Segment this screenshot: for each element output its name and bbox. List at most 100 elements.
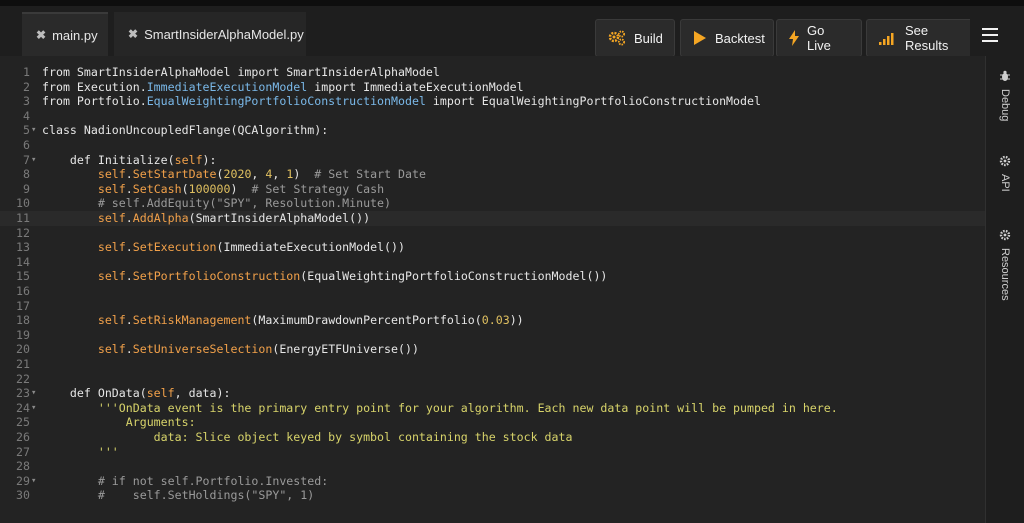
code-line[interactable]: 15 self.SetPortfolioConstruction(EqualWe… — [0, 269, 985, 284]
code-text: def Initialize(self): — [42, 152, 217, 167]
tab-main-py[interactable]: ✖ main.py — [22, 12, 108, 56]
code-line[interactable]: 21 — [0, 357, 985, 372]
gears-icon — [608, 30, 626, 46]
line-number: 16 — [16, 284, 30, 298]
line-number: 15 — [16, 269, 30, 284]
code-line[interactable]: 24 ▾ '''OnData event is the primary entry… — [0, 401, 985, 416]
fold-arrow-icon[interactable]: ▾ — [31, 123, 36, 138]
tab-label: SmartInsiderAlphaModel.py — [144, 26, 304, 42]
go-live-label: Go Live — [807, 23, 831, 53]
code-text: self.SetPortfolioConstruction(EqualWeigh… — [97, 269, 608, 284]
code-text: # self.AddEquity("SPY", Resolution.Minut… — [42, 196, 392, 211]
code-line[interactable]: 22 — [0, 372, 985, 387]
line-number: 10 — [16, 196, 30, 211]
code-line[interactable]: 23 ▾ def OnData(self, data): — [0, 386, 985, 401]
right-sidebar: Debug API Resources — [985, 56, 1024, 523]
fold-arrow-icon[interactable]: ▾ — [31, 401, 36, 416]
line-number: 1 — [23, 65, 30, 79]
line-number: 28 — [16, 459, 30, 474]
code-line[interactable]: 25 Arguments: — [0, 415, 985, 430]
fold-arrow-icon[interactable]: ▾ — [31, 386, 36, 401]
code-text: # if not self.Portfolio.Invested: — [42, 473, 329, 488]
lightning-icon — [789, 30, 799, 46]
see-results-button[interactable]: See Results — [866, 19, 970, 57]
code-line[interactable]: 4 — [0, 109, 985, 124]
code-text: ''' — [42, 444, 119, 459]
code-line[interactable]: 7 ▾ def Initialize(self): — [0, 153, 985, 168]
line-number: 13 — [16, 240, 30, 255]
line-number: 14 — [16, 254, 30, 269]
code-line[interactable]: 12 — [0, 226, 985, 241]
build-label: Build — [634, 30, 663, 46]
see-results-label: See Results — [905, 23, 949, 53]
line-number: 4 — [23, 108, 30, 123]
build-button[interactable]: Build — [595, 19, 675, 57]
sidebar-label: Debug — [999, 89, 1011, 122]
code-text: from Portfolio.EqualWeightingPortfolioCo… — [42, 94, 761, 109]
code-line[interactable]: 5 ▾ class NadionUncoupledFlange(QCAlgorith… — [0, 123, 985, 138]
code-line[interactable]: 17 — [0, 299, 985, 314]
line-number: 29 — [16, 473, 30, 488]
code-text: from Execution.ImmediateExecutionModel i… — [42, 79, 524, 94]
line-number: 30 — [16, 488, 30, 503]
go-live-button[interactable]: Go Live — [776, 19, 862, 57]
line-number: 5 — [23, 123, 30, 138]
code-text: self.SetStartDate(2020, 4, 1) # Set Star… — [97, 167, 426, 182]
fold-arrow-icon[interactable]: ▾ — [31, 474, 36, 489]
code-line[interactable]: 1 from SmartInsiderAlphaModel import Smar… — [0, 65, 985, 80]
line-number: 27 — [16, 444, 30, 459]
code-text: self.SetUniverseSelection(EnergyETFUnive… — [97, 342, 419, 357]
code-line[interactable]: 8 self.SetStartDate(2020, 4, 1) # Set St… — [0, 167, 985, 182]
hamburger-menu-icon[interactable] — [982, 28, 998, 42]
sidebar-item-debug[interactable]: Debug — [990, 70, 1020, 121]
code-line[interactable]: 29 ▾ # if not self.Portfolio.Invested: — [0, 474, 985, 489]
code-line[interactable]: 18 self.SetRiskManagement(MaximumDrawdow… — [0, 313, 985, 328]
code-line[interactable]: 14 — [0, 255, 985, 270]
tab-smartinsider[interactable]: ✖ SmartInsiderAlphaModel.py — [114, 12, 306, 56]
code-text: from SmartInsiderAlphaModel import Smart… — [42, 65, 440, 79]
code-text: class NadionUncoupledFlange(QCAlgorithm)… — [42, 123, 329, 138]
code-line[interactable]: 13 self.SetExecution(ImmediateExecutionM… — [0, 240, 985, 255]
line-number: 23 — [16, 386, 30, 401]
code-line[interactable]: 30 # self.SetHoldings("SPY", 1) — [0, 488, 985, 503]
sidebar-label: API — [999, 174, 1011, 192]
code-line[interactable]: 20 self.SetUniverseSelection(EnergyETFUn… — [0, 342, 985, 357]
backtest-button[interactable]: Backtest — [680, 19, 774, 57]
code-line[interactable]: 9 self.SetCash(100000) # Set Strategy Ca… — [0, 182, 985, 197]
code-line[interactable]: 2 from Execution.ImmediateExecutionModel … — [0, 80, 985, 95]
gear-icon — [999, 155, 1011, 170]
sidebar-label: Resources — [999, 248, 1011, 301]
close-icon[interactable]: ✖ — [128, 27, 138, 41]
bug-icon — [999, 70, 1011, 85]
sidebar-item-api[interactable]: API — [990, 155, 1020, 192]
signal-bars-icon — [879, 31, 897, 45]
code-line[interactable]: 10 # self.AddEquity("SPY", Resolution.Mi… — [0, 196, 985, 211]
line-number: 8 — [23, 167, 30, 182]
close-icon[interactable]: ✖ — [36, 28, 46, 42]
code-line[interactable]: 6 — [0, 138, 985, 153]
code-text: # self.SetHoldings("SPY", 1) — [42, 488, 315, 503]
code-text: self.SetExecution(ImmediateExecutionMode… — [97, 240, 405, 255]
line-number: 2 — [23, 79, 30, 94]
sidebar-item-resources[interactable]: Resources — [990, 229, 1020, 301]
line-number: 11 — [16, 211, 30, 225]
code-editor[interactable]: 1 from SmartInsiderAlphaModel import Smar… — [0, 56, 985, 523]
tab-label: main.py — [52, 27, 98, 43]
code-text: self.AddAlpha(SmartInsiderAlphaModel()) — [97, 211, 371, 225]
line-number: 19 — [16, 327, 30, 342]
code-line[interactable]: 3 from Portfolio.EqualWeightingPortfolioC… — [0, 94, 985, 109]
code-line[interactable]: 16 — [0, 284, 985, 299]
code-text: data: Slice object keyed by symbol conta… — [42, 430, 573, 444]
code-line[interactable]: 26 data: Slice object keyed by symbol co… — [0, 430, 985, 445]
code-line[interactable]: 27 ''' — [0, 445, 985, 460]
code-line[interactable]: 28 — [0, 459, 985, 474]
line-number: 7 — [23, 152, 30, 167]
code-line[interactable]: 11 self.AddAlpha(SmartInsiderAlphaModel(… — [0, 211, 985, 226]
line-number: 26 — [16, 430, 30, 444]
line-number: 3 — [23, 94, 30, 109]
code-text: '''OnData event is the primary entry poi… — [42, 400, 838, 415]
fold-arrow-icon[interactable]: ▾ — [31, 153, 36, 168]
code-line[interactable]: 19 — [0, 328, 985, 343]
line-number: 20 — [16, 342, 30, 357]
line-number: 22 — [16, 371, 30, 386]
